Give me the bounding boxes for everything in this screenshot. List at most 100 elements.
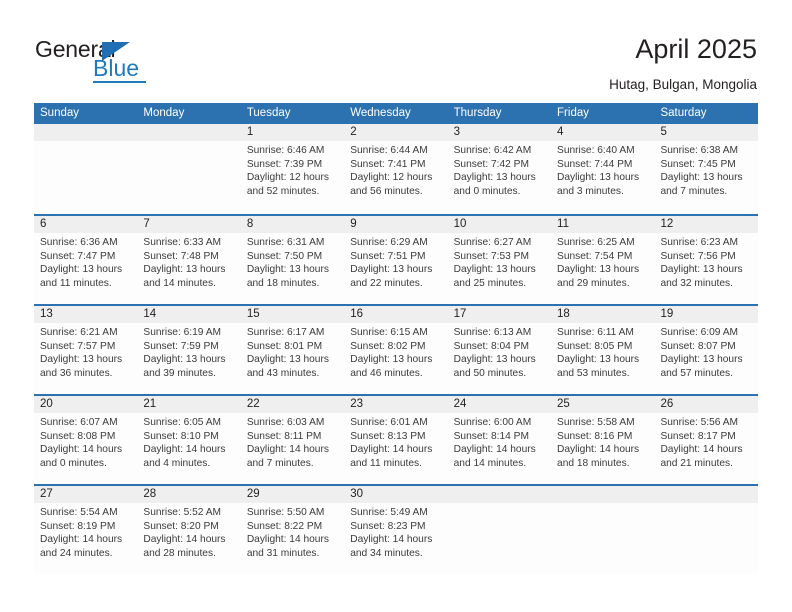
sunrise-text: Sunrise: 6:29 AM [350,237,428,248]
sunset-text: Sunset: 7:47 PM [40,250,116,262]
calendar-day-cell[interactable] [137,124,241,214]
calendar-day-cell[interactable] [447,486,552,574]
day-info [654,503,757,506]
sunrise-text: Sunrise: 5:49 AM [350,507,428,518]
day-info [34,141,137,144]
calendar-day-cell[interactable]: 28 Sunrise: 5:52 AM Sunset: 8:20 PM Dayligh… [137,486,241,574]
day-number: 10 [453,218,467,230]
day-number: 29 [246,488,260,500]
day-info: Sunrise: 6:13 AM Sunset: 8:04 PM Daylight:… [448,323,551,380]
calendar-day-cell[interactable]: 1 Sunrise: 6:46 AM Sunset: 7:39 PM Daylight… [240,124,345,214]
calendar-day-cell[interactable]: 21 Sunrise: 6:05 AM Sunset: 8:10 PM Dayligh… [137,396,241,484]
calendar-day-cell[interactable] [654,486,758,574]
day-number: 13 [40,308,53,320]
daylight-text: Daylight: 14 hours and 18 minutes. [557,444,640,469]
calendar-day-cell[interactable]: 16 Sunrise: 6:15 AM Sunset: 8:02 PM Dayligh… [344,306,448,394]
sunrise-text: Sunrise: 6:27 AM [453,237,532,248]
daylight-text: Daylight: 14 hours and 31 minutes. [246,534,329,559]
calendar-day-cell[interactable]: 20 Sunrise: 6:07 AM Sunset: 8:08 PM Dayligh… [34,396,138,484]
daylight-text: Daylight: 13 hours and 22 minutes. [350,264,433,289]
daylight-text: Daylight: 13 hours and 57 minutes. [660,354,743,379]
sunrise-text: Sunrise: 5:52 AM [143,507,221,518]
day-number: 18 [557,308,570,320]
daylight-text: Daylight: 13 hours and 7 minutes. [660,172,743,197]
day-info: Sunrise: 6:33 AM Sunset: 7:48 PM Daylight:… [137,233,240,290]
daylight-text: Daylight: 14 hours and 28 minutes. [143,534,226,559]
day-number: 6 [40,218,47,230]
day-number: 30 [350,488,364,500]
sunrise-text: Sunrise: 6:40 AM [557,145,635,156]
day-info: Sunrise: 5:50 AM Sunset: 8:22 PM Daylight:… [241,503,344,560]
calendar-day-cell[interactable]: 12 Sunrise: 6:23 AM Sunset: 7:56 PM Dayligh… [654,216,758,304]
calendar-day-cell[interactable]: 11 Sunrise: 6:25 AM Sunset: 7:54 PM Dayligh… [551,216,655,304]
calendar-day-cell[interactable]: 18 Sunrise: 6:11 AM Sunset: 8:05 PM Dayligh… [551,306,655,394]
calendar-day-cell[interactable]: 19 Sunrise: 6:09 AM Sunset: 8:07 PM Dayligh… [654,306,758,394]
calendar-day-cell[interactable]: 17 Sunrise: 6:13 AM Sunset: 8:04 PM Dayligh… [447,306,552,394]
calendar-day-cell[interactable]: 7 Sunrise: 6:33 AM Sunset: 7:48 PM Daylight… [137,216,241,304]
calendar-day-cell[interactable]: 29 Sunrise: 5:50 AM Sunset: 8:22 PM Dayligh… [240,486,345,574]
calendar-day-cell[interactable]: 6 Sunrise: 6:36 AM Sunset: 7:47 PM Daylight… [34,216,138,304]
calendar-day-cell[interactable]: 4 Sunrise: 6:40 AM Sunset: 7:44 PM Daylight… [551,124,655,214]
day-number: 26 [660,398,674,410]
day-number: 22 [246,398,260,410]
day-number-band [34,124,138,141]
day-number-band: 25 [551,396,655,413]
calendar-day-cell[interactable]: 25 Sunrise: 5:58 AM Sunset: 8:16 PM Dayligh… [551,396,655,484]
calendar-day-cell[interactable]: 22 Sunrise: 6:03 AM Sunset: 8:11 PM Dayligh… [240,396,345,484]
daylight-text: Daylight: 13 hours and 50 minutes. [453,354,536,379]
sunrise-text: Sunrise: 6:17 AM [246,327,325,338]
calendar-day-cell[interactable]: 14 Sunrise: 6:19 AM Sunset: 7:59 PM Dayligh… [137,306,241,394]
calendar-day-cell[interactable]: 10 Sunrise: 6:27 AM Sunset: 7:53 PM Dayligh… [447,216,552,304]
page-title: April 2025 [635,34,757,64]
sunrise-text: Sunrise: 6:44 AM [350,145,428,156]
calendar-day-cell[interactable]: 9 Sunrise: 6:29 AM Sunset: 7:51 PM Daylight… [344,216,448,304]
calendar-day-cell[interactable]: 23 Sunrise: 6:01 AM Sunset: 8:13 PM Dayligh… [344,396,448,484]
day-number: 19 [660,308,674,320]
sunrise-text: Sunrise: 6:19 AM [143,327,221,338]
calendar-day-cell[interactable]: 8 Sunrise: 6:31 AM Sunset: 7:50 PM Daylight… [240,216,345,304]
weekday-header-thursday: Thursday [453,107,502,119]
sunset-text: Sunset: 7:45 PM [660,158,736,170]
calendar-page: General Blue April 2025 Hutag, Bulgan, M… [0,0,792,612]
day-info: Sunrise: 6:03 AM Sunset: 8:11 PM Daylight:… [241,413,344,470]
day-info: Sunrise: 6:23 AM Sunset: 7:56 PM Daylight:… [654,233,757,290]
calendar-day-cell[interactable]: 30 Sunrise: 5:49 AM Sunset: 8:23 PM Dayligh… [344,486,448,574]
calendar-day-cell[interactable]: 24 Sunrise: 6:00 AM Sunset: 8:14 PM Dayligh… [447,396,552,484]
day-number-band: 27 [34,486,138,503]
day-number: 11 [557,218,569,230]
day-number: 23 [350,398,364,410]
daylight-text: Daylight: 13 hours and 3 minutes. [557,172,640,197]
sunset-text: Sunset: 7:41 PM [350,158,426,170]
day-number: 21 [143,398,157,410]
calendar-day-cell[interactable] [34,124,138,214]
day-number: 1 [246,126,254,138]
day-number-band: 29 [240,486,345,503]
calendar-day-cell[interactable]: 13 Sunrise: 6:21 AM Sunset: 7:57 PM Dayligh… [34,306,138,394]
day-info: Sunrise: 6:15 AM Sunset: 8:02 PM Daylight:… [344,323,447,380]
calendar-week-row: 20 Sunrise: 6:07 AM Sunset: 8:08 PM Dayligh… [34,394,758,484]
sunset-text: Sunset: 7:54 PM [557,250,633,262]
day-info: Sunrise: 6:00 AM Sunset: 8:14 PM Daylight:… [448,413,551,470]
day-number: 2 [350,126,357,138]
page-header: General Blue April 2025 Hutag, Bulgan, M… [0,0,792,100]
calendar-day-cell[interactable]: 26 Sunrise: 5:56 AM Sunset: 8:17 PM Dayligh… [654,396,758,484]
day-number: 7 [143,218,150,230]
calendar-day-cell[interactable] [551,486,655,574]
day-number-band: 17 [447,306,552,323]
sunset-text: Sunset: 8:05 PM [557,340,633,352]
daylight-text: Daylight: 13 hours and 11 minutes. [40,264,123,289]
calendar-day-cell[interactable]: 5 Sunrise: 6:38 AM Sunset: 7:45 PM Daylight… [654,124,758,214]
calendar-day-cell[interactable]: 27 Sunrise: 5:54 AM Sunset: 8:19 PM Dayligh… [34,486,138,574]
calendar-week-row: 1 Sunrise: 6:46 AM Sunset: 7:39 PM Daylight… [34,124,758,214]
calendar-day-cell[interactable]: 3 Sunrise: 6:42 AM Sunset: 7:42 PM Daylight… [447,124,552,214]
calendar-day-cell[interactable]: 2 Sunrise: 6:44 AM Sunset: 7:41 PM Daylight… [344,124,448,214]
day-number-band: 10 [447,216,552,233]
calendar-day-cell[interactable]: 15 Sunrise: 6:17 AM Sunset: 8:01 PM Dayligh… [240,306,345,394]
daylight-text: Daylight: 13 hours and 29 minutes. [557,264,640,289]
day-number: 27 [40,488,53,500]
daylight-text: Daylight: 13 hours and 39 minutes. [143,354,226,379]
brand-logo[interactable]: General Blue [35,37,175,83]
sunrise-text: Sunrise: 6:03 AM [246,417,325,428]
sunset-text: Sunset: 8:20 PM [143,520,219,532]
day-info: Sunrise: 6:05 AM Sunset: 8:10 PM Daylight:… [137,413,240,470]
